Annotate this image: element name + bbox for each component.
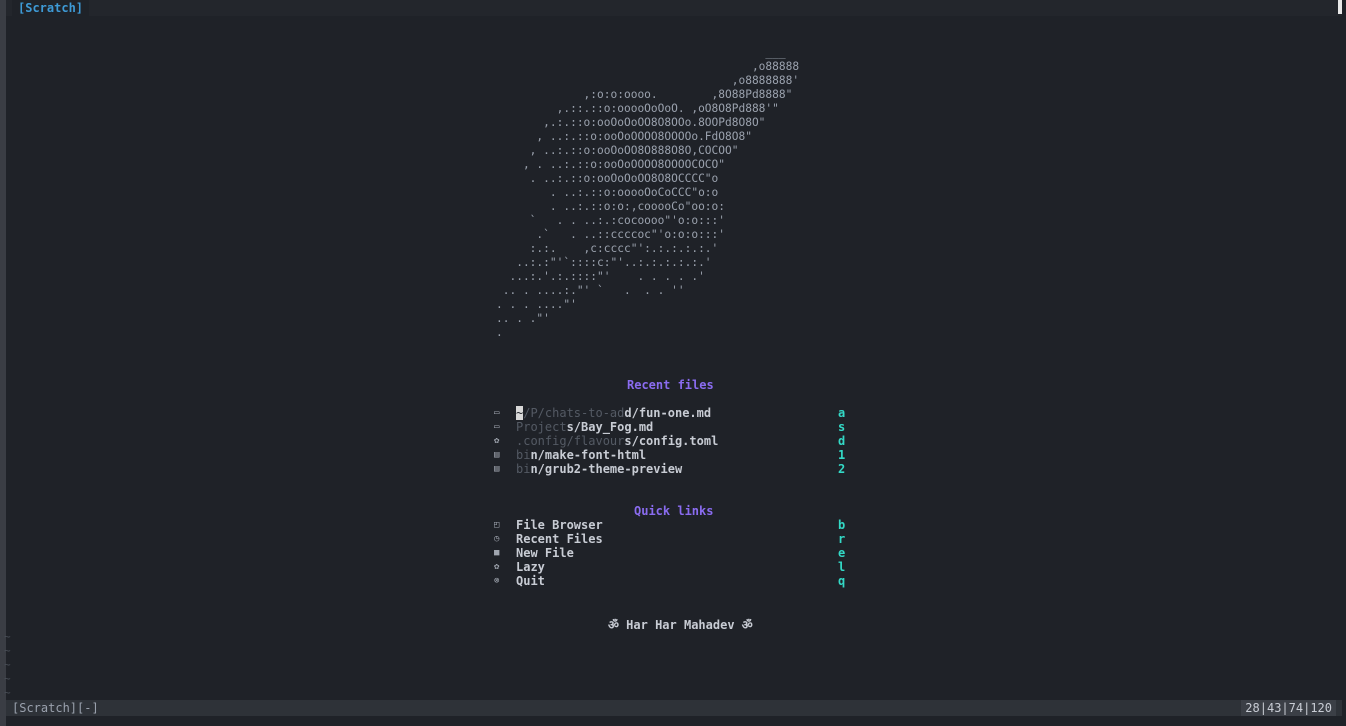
- empty-line-marker: ~: [4, 672, 11, 685]
- shortcut-key: s: [838, 420, 846, 434]
- statusline: [Scratch][-] 28|43|74|120: [6, 700, 1342, 716]
- clock-icon: ◷: [494, 534, 500, 544]
- shortcut-key: e: [838, 546, 846, 560]
- shortcut-key: 2: [838, 462, 846, 476]
- recent-file-row[interactable]: ▭ Projects/Bay_Fog.md s: [494, 420, 854, 434]
- recent-file-row[interactable]: ▭ ~/P/chats-to-add/fun-one.md a: [494, 406, 854, 420]
- quit-icon: ⊗: [494, 576, 500, 586]
- cursor: ~: [516, 406, 524, 420]
- quick-link-recent-files[interactable]: ◷ Recent Files r: [494, 532, 854, 546]
- markdown-icon: ▭: [494, 422, 500, 432]
- tab-scratch[interactable]: [Scratch]: [12, 0, 90, 16]
- gear-icon: ✿: [494, 562, 500, 572]
- recent-file-path: s/config.toml: [624, 434, 719, 448]
- recent-file-path: n/make-font-html: [530, 448, 647, 462]
- quick-link-label: New File: [516, 546, 574, 560]
- recent-file-path-dim: Project: [516, 420, 567, 434]
- recent-file-path-dim: bi: [516, 448, 531, 462]
- quick-link-quit[interactable]: ⊗ Quit q: [494, 574, 854, 588]
- shortcut-key: d: [838, 434, 846, 448]
- command-line[interactable]: [6, 716, 1342, 726]
- folder-icon: ◰: [494, 520, 500, 530]
- shortcut-key: b: [838, 518, 846, 532]
- shortcut-key: 1: [838, 448, 846, 462]
- recent-file-path: d/fun-one.md: [624, 406, 712, 420]
- tabline: [Scratch]: [6, 0, 1342, 16]
- recent-file-row[interactable]: ▤ bin/grub2-theme-preview 2: [494, 462, 854, 476]
- recent-file-path: s/Bay_Fog.md: [566, 420, 654, 434]
- shortcut-key: r: [838, 532, 846, 546]
- quick-link-new-file[interactable]: ■ New File e: [494, 546, 854, 560]
- new-file-icon: ■: [494, 548, 500, 558]
- quick-link-file-browser[interactable]: ◰ File Browser b: [494, 518, 854, 532]
- recent-files-title: Recent files: [627, 378, 714, 392]
- quick-link-label: File Browser: [516, 518, 603, 532]
- quick-links-title: Quick links: [634, 504, 714, 518]
- cursor-position: 28|43|74|120: [1241, 700, 1336, 716]
- recent-file-row[interactable]: ✿ .config/flavours/config.toml d: [494, 434, 854, 448]
- recent-file-path: n/grub2-theme-preview: [530, 462, 683, 476]
- recent-file-path-dim: bi: [516, 462, 531, 476]
- buffer-name: [Scratch][-]: [12, 701, 99, 715]
- dashboard-footer: ॐ Har Har Mahadev ॐ: [608, 618, 753, 632]
- quick-link-label: Quit: [516, 574, 545, 588]
- empty-line-marker: ~: [4, 644, 11, 657]
- recent-file-row[interactable]: ▤ bin/make-font-html 1: [494, 448, 854, 462]
- file-icon: ▤: [494, 450, 500, 460]
- markdown-icon: ▭: [494, 408, 500, 418]
- empty-line-marker: ~: [4, 658, 11, 671]
- empty-line-marker: ~: [4, 686, 11, 699]
- window-corner-indicator: [1338, 0, 1342, 14]
- ascii-art-logo: ___ ,o88888 ,o8888888' ,:o:o:oooo. ,8O88…: [496, 46, 800, 339]
- gear-icon: ✿: [494, 436, 500, 446]
- quick-link-label: Lazy: [516, 560, 545, 574]
- quick-link-label: Recent Files: [516, 532, 603, 546]
- quick-link-lazy[interactable]: ✿ Lazy l: [494, 560, 854, 574]
- shortcut-key: a: [838, 406, 846, 420]
- file-icon: ▤: [494, 464, 500, 474]
- shortcut-key: q: [838, 574, 846, 588]
- empty-line-marker: ~: [4, 630, 11, 643]
- shortcut-key: l: [838, 560, 846, 574]
- recent-file-path-dim: ~/P/chats-to-ad: [516, 406, 625, 420]
- recent-file-path-dim: .config/flavour: [516, 434, 625, 448]
